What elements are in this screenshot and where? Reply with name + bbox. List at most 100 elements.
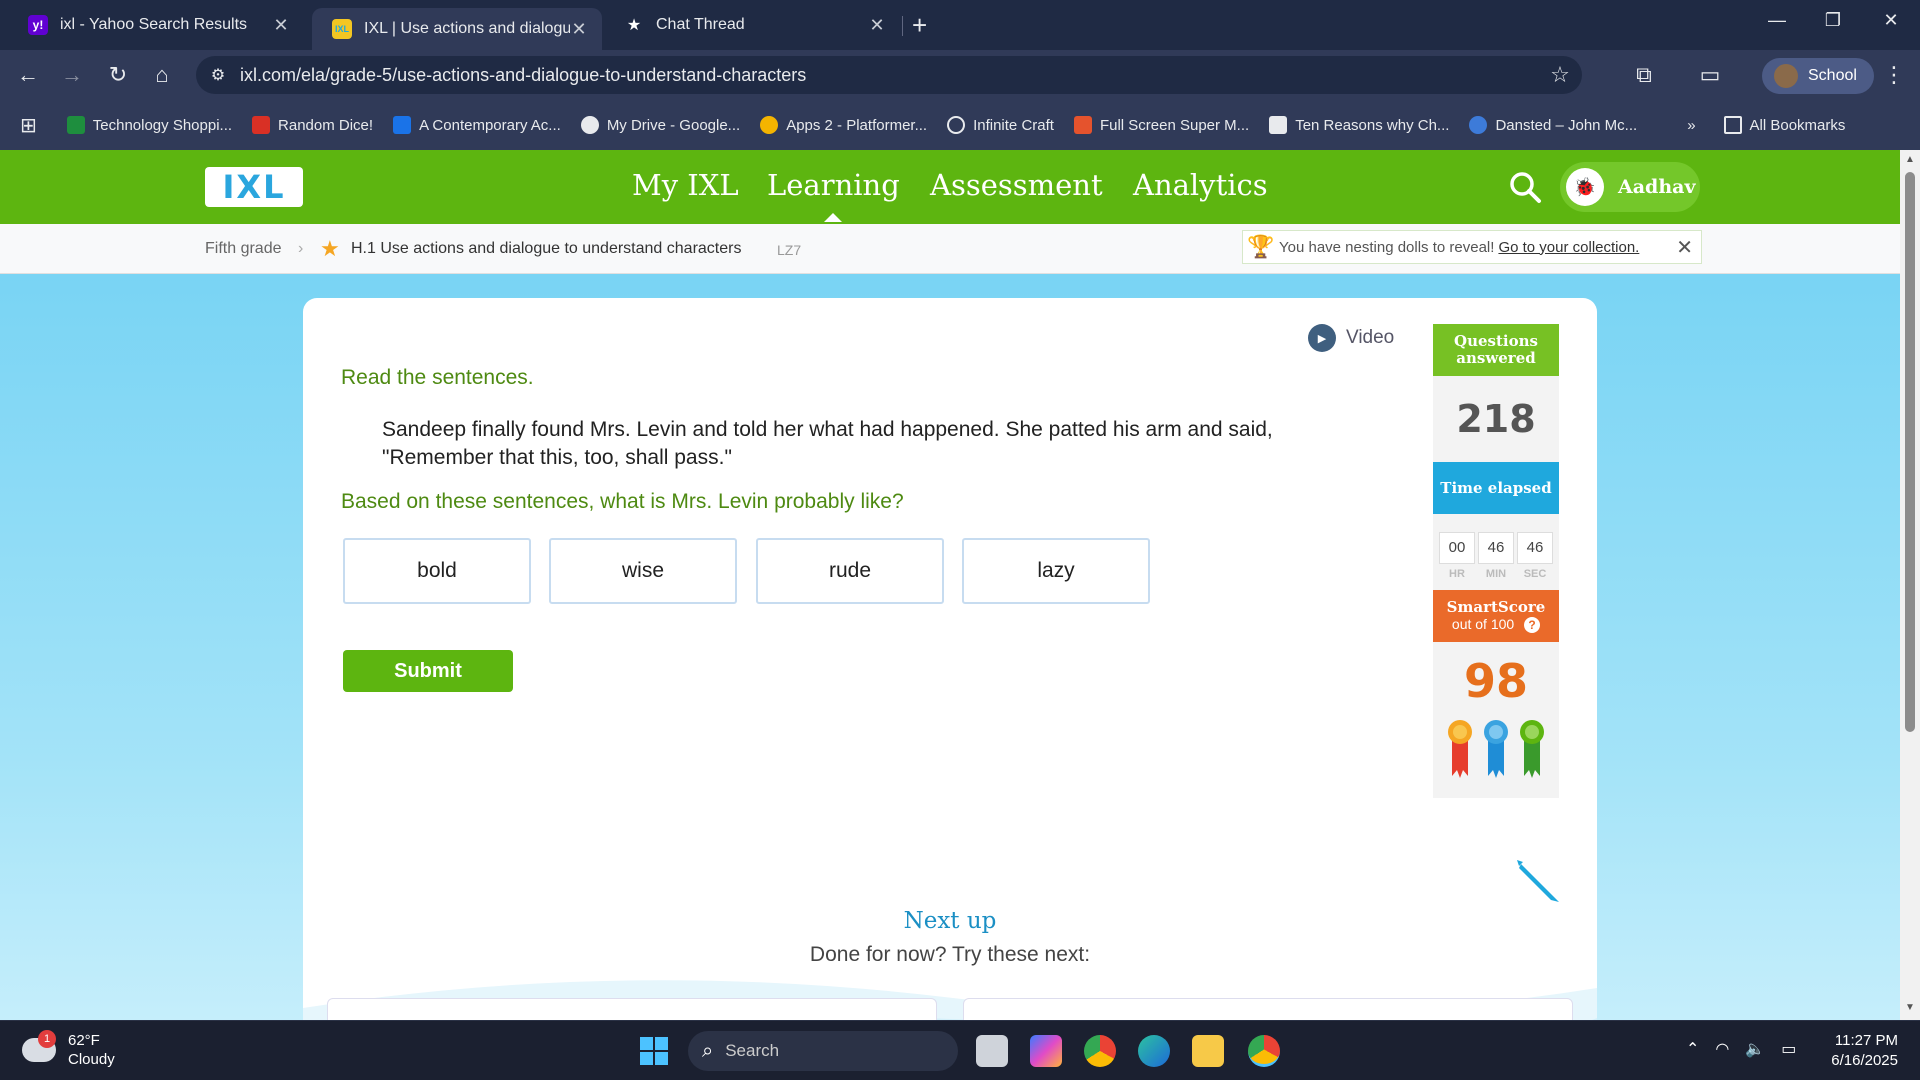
- breadcrumb: Fifth grade › ★ H.1 Use actions and dial…: [0, 224, 1900, 274]
- apps-grid-icon[interactable]: ⊞: [20, 113, 37, 138]
- reload-icon[interactable]: ↻: [104, 62, 132, 90]
- show-hidden-icons-icon[interactable]: ⌃: [1686, 1039, 1699, 1059]
- url-text[interactable]: ixl.com/ela/grade-5/use-actions-and-dial…: [240, 65, 1538, 86]
- wifi-icon[interactable]: ◠: [1715, 1039, 1729, 1059]
- scrollbar-thumb[interactable]: [1905, 172, 1915, 732]
- bookmark-star-icon[interactable]: ☆: [1538, 62, 1582, 88]
- recommended-skill-card[interactable]: [963, 998, 1573, 1020]
- forward-icon[interactable]: →: [58, 62, 86, 90]
- ixl-logo[interactable]: IXL: [205, 167, 303, 207]
- cloud-icon: 1: [22, 1030, 56, 1062]
- answer-choice-lazy[interactable]: lazy: [962, 538, 1150, 604]
- star-icon: ★: [626, 17, 642, 34]
- all-bookmarks-button[interactable]: All Bookmarks: [1723, 116, 1845, 134]
- bookmark-label: Apps 2 - Platformer...: [786, 116, 928, 134]
- pencil-icon[interactable]: [1513, 856, 1563, 906]
- user-menu-button[interactable]: 🐞 Aadhav: [1560, 162, 1700, 212]
- nav-analytics[interactable]: Analytics: [1133, 168, 1268, 202]
- chrome-icon[interactable]: [1084, 1035, 1116, 1067]
- bookmark-item[interactable]: Random Dice!: [252, 116, 373, 134]
- menu-kebab-icon[interactable]: ⋮: [1880, 62, 1908, 90]
- score-sidebar: Questions answered 218 Time elapsed 00 4…: [1433, 324, 1559, 798]
- system-tray: ⌃ ◠ 🔈 ▭: [1686, 1039, 1796, 1059]
- tab-chat-thread[interactable]: ★ Chat Thread ✕: [604, 8, 900, 42]
- question-instruction: Read the sentences.: [341, 366, 534, 389]
- weather-widget[interactable]: 1 62°F Cloudy: [22, 1030, 115, 1069]
- tab-ixl[interactable]: IXL IXL | Use actions and dialogue t ✕: [312, 8, 602, 50]
- task-view-icon[interactable]: [976, 1035, 1008, 1067]
- volume-icon[interactable]: 🔈: [1745, 1039, 1765, 1059]
- restore-icon[interactable]: ❐: [1818, 10, 1848, 31]
- skill-code: LZ7: [777, 242, 802, 258]
- bookmark-item[interactable]: Full Screen Super M...: [1073, 116, 1249, 134]
- windows-start-icon[interactable]: [638, 1035, 670, 1067]
- edge-icon[interactable]: [1138, 1035, 1170, 1067]
- scroll-up-icon[interactable]: ▲: [1904, 154, 1916, 165]
- clock[interactable]: 11:27 PM 6/16/2025: [1822, 1031, 1898, 1071]
- clock-date: 6/16/2025: [1831, 1052, 1898, 1069]
- video-button[interactable]: ▶ Video: [1308, 324, 1394, 352]
- close-tab-icon[interactable]: ✕: [570, 19, 588, 40]
- search-icon[interactable]: [1508, 170, 1542, 204]
- back-icon[interactable]: ←: [14, 62, 42, 90]
- nav-my-ixl[interactable]: My IXL: [632, 168, 739, 202]
- extensions-icon[interactable]: ⧉: [1630, 62, 1658, 90]
- answer-choice-bold[interactable]: bold: [343, 538, 531, 604]
- breadcrumb-grade[interactable]: Fifth grade: [205, 240, 281, 258]
- bookmark-item[interactable]: Dansted – John Mc...: [1469, 116, 1637, 134]
- question-prompt: Based on these sentences, what is Mrs. L…: [341, 490, 904, 513]
- bookmark-item[interactable]: Technology Shoppi...: [66, 116, 233, 134]
- smartscore-sublabel: out of 100: [1451, 616, 1515, 632]
- bookmark-label: Technology Shoppi...: [92, 116, 233, 134]
- close-window-icon[interactable]: ✕: [1876, 10, 1906, 31]
- smartscore-header: SmartScore out of 100 ?: [1433, 590, 1559, 642]
- chrome-profile-icon[interactable]: [1248, 1035, 1280, 1067]
- smartscore-panel: 98: [1433, 642, 1559, 798]
- close-tab-icon[interactable]: ✕: [868, 15, 886, 36]
- home-icon[interactable]: ⌂: [148, 62, 176, 90]
- tab-yahoo[interactable]: y! ixl - Yahoo Search Results ✕: [8, 8, 304, 42]
- tab-search-icon[interactable]: ▭: [1696, 62, 1724, 90]
- notice-text: You have nesting dolls to reveal!: [1279, 238, 1495, 256]
- nav-assessment[interactable]: Assessment: [930, 168, 1103, 202]
- bookmark-item[interactable]: My Drive - Google...: [580, 116, 740, 134]
- ixl-icon: IXL: [332, 19, 352, 39]
- more-bookmarks-button[interactable]: »: [1687, 117, 1695, 134]
- recommended-skill-card[interactable]: [327, 998, 937, 1020]
- bookmark-item[interactable]: Ten Reasons why Ch...: [1269, 116, 1449, 134]
- new-tab-button[interactable]: +: [912, 10, 927, 40]
- video-label: Video: [1346, 327, 1395, 348]
- ixl-header: IXL My IXL Learning Assessment Analytics…: [0, 150, 1900, 224]
- minimize-icon[interactable]: —: [1762, 10, 1792, 31]
- address-bar[interactable]: ⚙ ixl.com/ela/grade-5/use-actions-and-di…: [196, 56, 1582, 94]
- user-name: Aadhav: [1618, 176, 1696, 198]
- help-icon[interactable]: ?: [1524, 617, 1541, 633]
- submit-button[interactable]: Submit: [343, 650, 513, 692]
- site-info-icon[interactable]: ⚙: [196, 65, 240, 85]
- profile-button[interactable]: School: [1762, 58, 1874, 94]
- tab-title: ixl - Yahoo Search Results: [60, 16, 248, 33]
- battery-icon[interactable]: ▭: [1781, 1039, 1796, 1059]
- file-explorer-icon[interactable]: [1192, 1035, 1224, 1067]
- done-for-now-text: Done for now? Try these next:: [809, 943, 1091, 966]
- profile-label: School: [1808, 67, 1857, 84]
- page-scrollbar[interactable]: ▲ ▼: [1900, 150, 1920, 1020]
- close-tab-icon[interactable]: ✕: [272, 15, 290, 36]
- nav-learning[interactable]: Learning: [767, 168, 900, 222]
- answer-choice-wise[interactable]: wise: [549, 538, 737, 604]
- seconds-unit: SEC: [1523, 568, 1547, 580]
- question-card: ▶ Video Read the sentences. Sandeep fina…: [303, 298, 1597, 1020]
- time-elapsed-label: Time elapsed: [1433, 462, 1559, 514]
- bookmark-item[interactable]: Apps 2 - Platformer...: [760, 116, 927, 134]
- close-icon[interactable]: ✕: [1676, 235, 1693, 260]
- go-to-collection-link[interactable]: Go to your collection.: [1498, 239, 1639, 256]
- scroll-down-icon[interactable]: ▼: [1904, 1002, 1916, 1013]
- bookmark-item[interactable]: A Contemporary Ac...: [393, 116, 561, 134]
- time-minutes: 46: [1478, 532, 1514, 564]
- answer-choice-rude[interactable]: rude: [756, 538, 944, 604]
- taskbar-search[interactable]: ⌕ Search: [688, 1031, 958, 1071]
- bookmarks-bar: ⊞ Technology Shoppi... Random Dice! A Co…: [0, 100, 1920, 150]
- tab-title: Chat Thread: [656, 16, 745, 33]
- bookmark-item[interactable]: Infinite Craft: [947, 116, 1054, 134]
- copilot-icon[interactable]: [1030, 1035, 1062, 1067]
